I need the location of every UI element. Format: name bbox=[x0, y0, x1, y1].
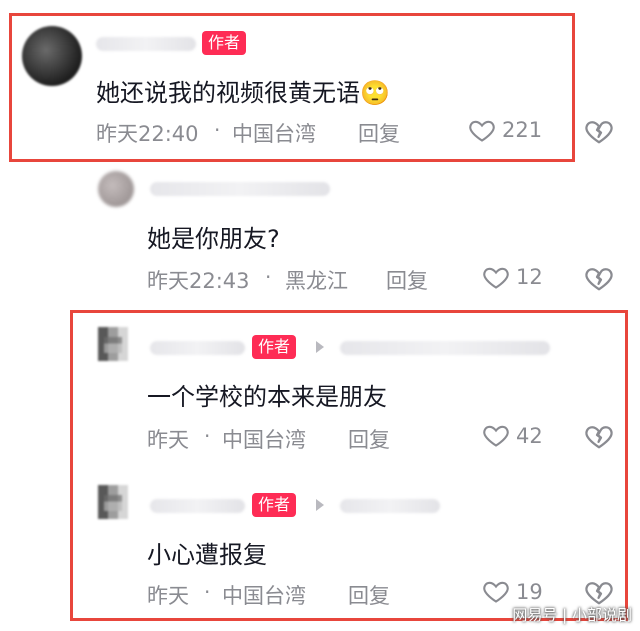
author-badge: 作者 bbox=[202, 31, 247, 55]
username-blurred[interactable] bbox=[150, 499, 245, 513]
rolling-eyes-emoji-icon: 🙄 bbox=[360, 79, 390, 107]
separator-dot: · bbox=[204, 424, 211, 448]
heart-icon[interactable] bbox=[482, 577, 510, 605]
reply-arrow-icon bbox=[316, 341, 324, 353]
broken-heart-icon[interactable] bbox=[584, 577, 614, 607]
comment-time: 昨天 bbox=[147, 428, 189, 452]
heart-icon[interactable] bbox=[468, 116, 496, 144]
broken-heart-icon[interactable] bbox=[584, 421, 614, 451]
heart-icon[interactable] bbox=[482, 263, 510, 291]
like-count: 42 bbox=[516, 424, 543, 448]
comment-text: 小心遭报复 bbox=[147, 541, 267, 569]
like-count: 19 bbox=[516, 580, 543, 604]
reply-target-username-blurred[interactable] bbox=[340, 499, 440, 513]
avatar[interactable] bbox=[98, 171, 134, 207]
username-blurred[interactable] bbox=[150, 341, 245, 355]
watermark: 网易号 | 小部说剧 bbox=[512, 606, 632, 624]
username-blurred[interactable] bbox=[96, 37, 196, 51]
comment-location: 中国台湾 bbox=[222, 428, 306, 452]
broken-heart-icon[interactable] bbox=[584, 263, 614, 293]
reply-arrow-icon bbox=[316, 499, 324, 511]
comment-text-content: 她还说我的视频很黄无语 bbox=[96, 79, 360, 107]
separator-dot: · bbox=[265, 265, 272, 289]
reply-button[interactable]: 回复 bbox=[358, 118, 400, 148]
comment-location: 黑龙江 bbox=[285, 269, 348, 293]
comment-location: 中国台湾 bbox=[232, 122, 316, 146]
comment-text: 她还说我的视频很黄无语🙄 bbox=[96, 73, 390, 108]
avatar[interactable] bbox=[22, 26, 82, 86]
separator-dot: · bbox=[214, 118, 221, 142]
reply-button[interactable]: 回复 bbox=[386, 265, 428, 295]
avatar[interactable] bbox=[98, 327, 128, 361]
comment-location: 中国台湾 bbox=[222, 584, 306, 608]
broken-heart-icon[interactable] bbox=[584, 116, 614, 146]
author-badge: 作者 bbox=[252, 335, 297, 359]
separator-dot: · bbox=[204, 580, 211, 604]
reply-button[interactable]: 回复 bbox=[348, 580, 390, 610]
author-badge: 作者 bbox=[252, 493, 297, 517]
like-count: 12 bbox=[516, 265, 543, 289]
reply-target-username-blurred[interactable] bbox=[340, 341, 550, 355]
like-count: 221 bbox=[502, 118, 543, 142]
avatar[interactable] bbox=[98, 485, 128, 519]
comment-time: 昨天22:40 bbox=[96, 122, 199, 146]
heart-icon[interactable] bbox=[482, 421, 510, 449]
comment-text: 一个学校的本来是朋友 bbox=[147, 383, 387, 411]
comment-text: 她是你朋友? bbox=[147, 225, 280, 253]
username-blurred[interactable] bbox=[150, 182, 330, 196]
comment-time: 昨天22:43 bbox=[147, 269, 250, 293]
highlight-box-comments-3-4 bbox=[70, 310, 628, 621]
comment-time: 昨天 bbox=[147, 584, 189, 608]
reply-button[interactable]: 回复 bbox=[348, 424, 390, 454]
